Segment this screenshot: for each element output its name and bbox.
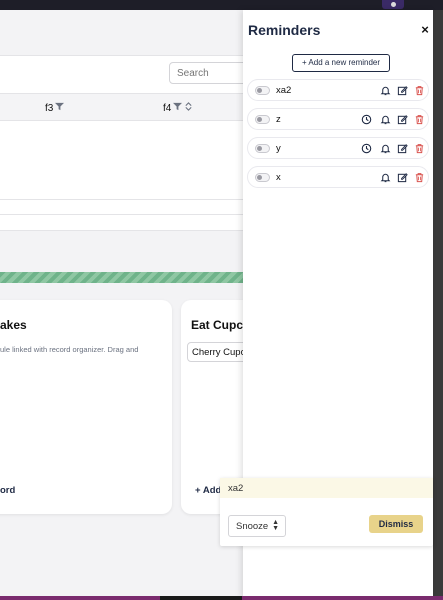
table-row bbox=[0, 214, 250, 215]
edit-icon[interactable] bbox=[397, 172, 408, 183]
trash-icon[interactable] bbox=[414, 143, 425, 154]
notification-reminder-name: xa2 bbox=[228, 483, 244, 494]
trash-icon[interactable] bbox=[414, 172, 425, 183]
dismiss-button[interactable]: Dismiss bbox=[369, 515, 423, 533]
add-record-link[interactable]: ord bbox=[0, 485, 15, 496]
sort-icon[interactable] bbox=[184, 102, 193, 114]
filter-icon[interactable] bbox=[55, 102, 65, 114]
card-title: akes bbox=[0, 318, 27, 332]
edit-icon[interactable] bbox=[397, 85, 408, 96]
reminder-label: xa2 bbox=[276, 85, 292, 96]
add-reminder-button[interactable]: + Add a new reminder bbox=[292, 54, 390, 72]
reminder-toggle[interactable] bbox=[255, 86, 270, 95]
reminder-item[interactable]: z bbox=[247, 108, 429, 130]
snooze-label: Snooze bbox=[236, 521, 269, 532]
reminder-item[interactable]: y bbox=[247, 137, 429, 159]
trash-icon[interactable] bbox=[414, 85, 425, 96]
bell-icon[interactable] bbox=[380, 172, 391, 183]
reminder-label: z bbox=[276, 114, 281, 125]
drawer-title: Reminders bbox=[248, 22, 321, 38]
account-badge[interactable] bbox=[382, 0, 404, 9]
column-label: f3 bbox=[45, 102, 54, 114]
table-row bbox=[0, 199, 250, 200]
column-label: f4 bbox=[163, 102, 172, 114]
progress-stripe bbox=[0, 272, 250, 283]
reminder-item[interactable]: x bbox=[247, 166, 429, 188]
reminder-label: y bbox=[276, 143, 281, 154]
reminder-label: x bbox=[276, 172, 281, 183]
reminder-toggle[interactable] bbox=[255, 144, 270, 153]
add-record-link[interactable]: + Add bbox=[195, 485, 221, 496]
reminder-item[interactable]: xa2 bbox=[247, 79, 429, 101]
clock-icon[interactable] bbox=[361, 114, 372, 125]
edit-icon[interactable] bbox=[397, 114, 408, 125]
edit-icon[interactable] bbox=[397, 143, 408, 154]
bell-icon[interactable] bbox=[380, 114, 391, 125]
filter-icon[interactable] bbox=[173, 102, 183, 114]
account-icon bbox=[391, 2, 396, 7]
trash-icon[interactable] bbox=[414, 114, 425, 125]
reminder-toggle[interactable] bbox=[255, 173, 270, 182]
window-edge bbox=[433, 10, 443, 598]
column-header-f3[interactable]: f3 bbox=[45, 102, 65, 114]
snooze-select[interactable]: Snooze ▲ ▼ bbox=[228, 515, 286, 537]
bell-icon[interactable] bbox=[380, 85, 391, 96]
chevron-updown-icon: ▲ ▼ bbox=[272, 519, 279, 532]
bottom-taskbar bbox=[0, 596, 443, 600]
notification-header: xa2 bbox=[220, 478, 433, 498]
browser-top-bar bbox=[0, 0, 443, 10]
reminder-notification: xa2 Snooze ▲ ▼ Dismiss bbox=[220, 478, 433, 546]
table-header: f3 f4 bbox=[0, 93, 250, 121]
records-table-panel: f3 f4 bbox=[0, 55, 259, 231]
reminder-toggle[interactable] bbox=[255, 115, 270, 124]
close-button[interactable]: × bbox=[420, 23, 430, 36]
column-header-f4[interactable]: f4 bbox=[163, 102, 193, 114]
clock-icon[interactable] bbox=[361, 143, 372, 154]
card-description: ule linked with record organizer. Drag a… bbox=[0, 345, 139, 354]
taskbar-item bbox=[160, 596, 242, 600]
card-title: Eat Cupca bbox=[191, 318, 250, 332]
bell-icon[interactable] bbox=[380, 143, 391, 154]
kanban-card: akes ule linked with record organizer. D… bbox=[0, 300, 172, 514]
